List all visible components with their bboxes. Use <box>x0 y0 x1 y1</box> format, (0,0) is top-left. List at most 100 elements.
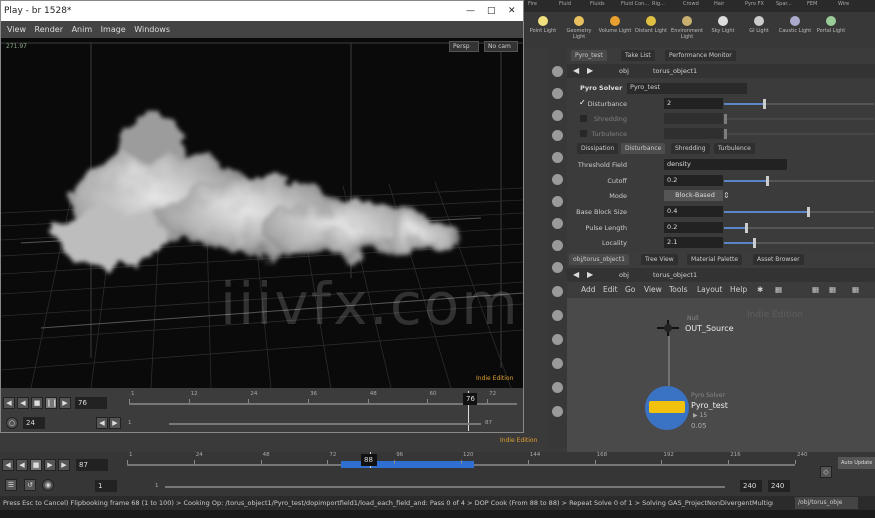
side-toolbar-icon[interactable] <box>552 66 563 77</box>
network-path-root[interactable]: obj <box>619 271 629 279</box>
menu-layout[interactable]: Layout <box>697 285 723 294</box>
side-toolbar-icon[interactable] <box>552 152 563 163</box>
camera-menu[interactable]: No cam <box>484 41 518 52</box>
flip-step-back[interactable]: ◀ <box>96 417 108 429</box>
param-slider[interactable] <box>724 207 874 217</box>
param-slider[interactable] <box>724 238 874 248</box>
snap-toggle[interactable]: ◉ <box>42 479 54 491</box>
side-toolbar-icon[interactable] <box>552 382 563 393</box>
side-toolbar-icon[interactable] <box>552 174 563 185</box>
param-slider[interactable] <box>724 99 874 109</box>
layout-icon[interactable]: ▦ <box>852 285 859 294</box>
first-frame-button[interactable]: ◀ <box>2 459 14 471</box>
side-toolbar-icon[interactable] <box>552 196 563 207</box>
layout-icon[interactable]: ▦ <box>812 285 819 294</box>
shelf-tab[interactable]: Hair <box>714 1 744 7</box>
menu-render[interactable]: Render <box>35 25 63 34</box>
flip-play-button[interactable]: ❙❙ <box>45 397 58 409</box>
flip-prev-button[interactable]: ◀ <box>17 397 29 409</box>
side-toolbar-icon[interactable] <box>552 358 563 369</box>
next-frame-button[interactable]: ▶ <box>58 459 70 471</box>
param-node-path[interactable]: torus_object1 <box>653 67 697 75</box>
subtab-turbulence[interactable]: Turbulence <box>714 143 755 154</box>
close-button[interactable]: ✕ <box>508 1 516 21</box>
param-path-root[interactable]: obj <box>619 67 629 75</box>
shelf-tab[interactable]: Pyro FX <box>745 1 775 7</box>
shelf-tab[interactable]: Rig... <box>652 1 682 7</box>
node-name-label[interactable]: Pyro_test <box>691 401 728 410</box>
shelf-tool-portal-light[interactable]: Portal Light <box>814 14 848 48</box>
flip-next-button[interactable]: ▶ <box>59 397 71 409</box>
realtime-toggle[interactable]: ☰ <box>5 479 17 491</box>
maximize-button[interactable]: □ <box>487 1 496 21</box>
prev-frame-button[interactable]: ◀ <box>16 459 28 471</box>
shelf-tab[interactable]: Fire <box>528 1 558 7</box>
menu-tools[interactable]: Tools <box>669 285 687 294</box>
wrench-icon[interactable]: ✱ <box>757 285 763 294</box>
shelf-tab[interactable]: Fluids <box>590 1 620 7</box>
side-toolbar-icon[interactable] <box>552 110 563 121</box>
node-out-source[interactable] <box>653 320 683 336</box>
shelf-tool-caustic-light[interactable]: Caustic Light <box>778 14 812 48</box>
forward-arrow-icon[interactable]: ▶ <box>587 270 593 279</box>
tab-material-palette[interactable]: Material Palette <box>687 254 743 265</box>
side-toolbar-icon[interactable] <box>552 218 563 229</box>
menu-view[interactable]: View <box>644 285 662 294</box>
flip-first-frame-button[interactable]: ◀ <box>3 397 15 409</box>
subtab-shredding[interactable]: Shredding <box>671 143 710 154</box>
shelf-tool-gi-light[interactable]: GI Light <box>742 14 776 48</box>
side-toolbar-icon[interactable] <box>552 262 563 273</box>
grid-icon[interactable]: ▦ <box>775 285 782 294</box>
loop-toggle[interactable]: ↺ <box>24 479 36 491</box>
mode-dropdown[interactable]: Block-Based <box>664 190 723 201</box>
menu-windows[interactable]: Windows <box>134 25 170 34</box>
menu-image[interactable]: Image <box>101 25 126 34</box>
frame-field[interactable]: 87 <box>76 459 108 471</box>
shelf-tab[interactable]: Wire <box>838 1 868 7</box>
param-slider[interactable] <box>724 114 874 124</box>
checkbox[interactable] <box>580 115 587 122</box>
dropdown-arrow-icon[interactable]: ⇕ <box>723 191 730 200</box>
side-toolbar-icon[interactable] <box>552 286 563 297</box>
shelf-tool-environment-light[interactable]: Environment Light <box>670 14 704 48</box>
auto-update-dropdown[interactable]: Auto Update <box>838 457 875 469</box>
end-frame-field[interactable]: 240 <box>768 480 790 492</box>
shelf-tab[interactable]: Spar... <box>776 1 806 7</box>
menu-edit[interactable]: Edit <box>603 285 618 294</box>
param-slider[interactable] <box>724 129 874 139</box>
flipbook-viewport[interactable]: 271.97 Persp No cam Indie Edition <box>1 38 523 388</box>
node-name-field[interactable]: Pyro_test <box>627 83 747 94</box>
shelf-tab[interactable]: Crowd <box>683 1 713 7</box>
checkbox-enabled[interactable]: ✓ <box>579 98 586 107</box>
checkbox[interactable] <box>580 130 587 137</box>
status-right[interactable]: /obj/torus_obje <box>795 497 858 509</box>
shelf-tool-point-light[interactable]: Point Light <box>526 14 560 48</box>
param-value-field[interactable]: 2 <box>664 98 723 109</box>
flip-realtime-toggle[interactable]: ○ <box>6 417 18 429</box>
forward-arrow-icon[interactable]: ▶ <box>587 66 593 75</box>
shelf-tab[interactable]: FEM <box>807 1 837 7</box>
param-value-field[interactable]: density <box>664 159 787 170</box>
side-toolbar-icon[interactable] <box>552 240 563 251</box>
shelf-tool-distant-light[interactable]: Distant Light <box>634 14 668 48</box>
persp-menu[interactable]: Persp <box>449 41 479 52</box>
start-frame-field[interactable]: 1 <box>95 480 117 492</box>
minimize-button[interactable]: — <box>466 1 475 21</box>
play-button[interactable]: ▶ <box>44 459 56 471</box>
shelf-tool-volume-light[interactable]: Volume Light <box>598 14 632 48</box>
tab-pyro-test[interactable]: Pyro_test <box>571 50 607 61</box>
shelf-tool-geometry-light[interactable]: Geometry Light <box>562 14 596 48</box>
flip-ruler[interactable] <box>129 403 517 405</box>
back-arrow-icon[interactable]: ◀ <box>573 66 579 75</box>
network-node-path[interactable]: torus_object1 <box>653 271 697 279</box>
shelf-tool-sky-light[interactable]: Sky Light <box>706 14 740 48</box>
range-bar[interactable] <box>165 486 725 488</box>
key-toggle[interactable]: ◇ <box>820 466 832 478</box>
menu-go[interactable]: Go <box>625 285 635 294</box>
flip-frame-field[interactable]: 76 <box>75 397 107 409</box>
back-arrow-icon[interactable]: ◀ <box>573 270 579 279</box>
param-value-field[interactable] <box>664 128 723 139</box>
tab-tree-view[interactable]: Tree View <box>641 254 678 265</box>
param-value-field[interactable]: 0.2 <box>664 175 723 186</box>
subtab-dissipation[interactable]: Dissipation <box>577 143 619 154</box>
